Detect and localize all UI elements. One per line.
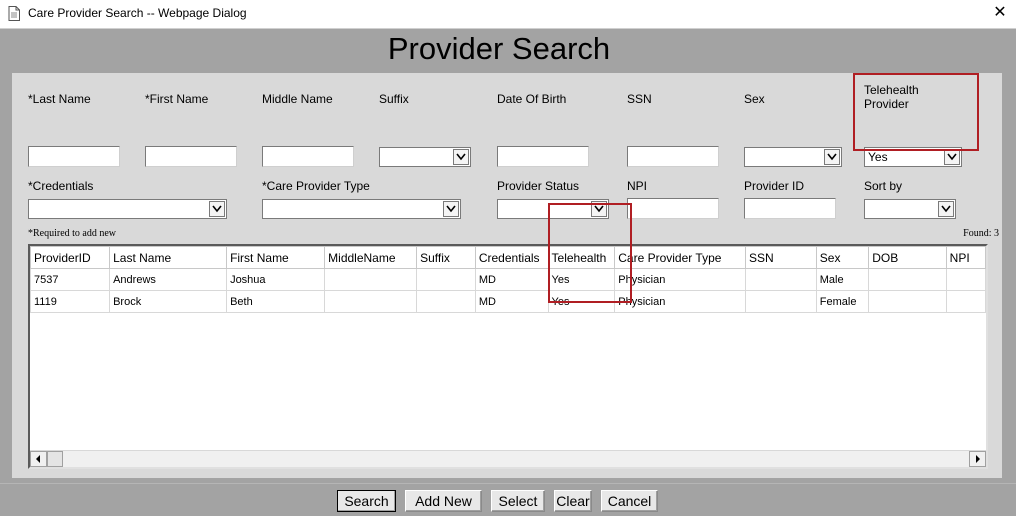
table-cell: 1119 bbox=[30, 290, 111, 313]
table-cell: Andrews bbox=[109, 268, 228, 291]
care-provider-type-select[interactable] bbox=[262, 199, 461, 219]
caret-right-icon bbox=[976, 455, 980, 463]
cancel-button[interactable]: Cancel bbox=[601, 490, 658, 512]
results-table: ProviderID Last Name First Name MiddleNa… bbox=[30, 246, 986, 313]
middle-name-label: Middle Name bbox=[262, 92, 333, 106]
middle-name-input[interactable] bbox=[262, 146, 354, 167]
provider-id-input[interactable] bbox=[744, 198, 836, 219]
chevron-down-icon[interactable] bbox=[591, 201, 607, 217]
divider bbox=[0, 483, 1016, 484]
credentials-label: *Credentials bbox=[28, 179, 94, 193]
column-header-suffix[interactable]: Suffix bbox=[416, 246, 476, 269]
document-icon bbox=[8, 6, 20, 21]
scroll-right-button[interactable] bbox=[969, 451, 986, 467]
credentials-select[interactable] bbox=[28, 199, 227, 219]
care-provider-type-label: *Care Provider Type bbox=[262, 179, 370, 193]
scrollbar-thumb[interactable] bbox=[47, 451, 63, 467]
telehealth-provider-select[interactable]: Yes bbox=[864, 147, 962, 167]
column-header-care-provider-type[interactable]: Care Provider Type bbox=[614, 246, 747, 269]
last-name-input[interactable] bbox=[28, 146, 120, 167]
table-cell bbox=[745, 268, 817, 291]
column-header-dob[interactable]: DOB bbox=[868, 246, 947, 269]
title-bar: Care Provider Search -- Webpage Dialog ✕ bbox=[0, 0, 1016, 29]
provider-status-select[interactable] bbox=[497, 199, 609, 219]
column-header-telehealth[interactable]: Telehealth bbox=[547, 246, 616, 269]
ssn-label: SSN bbox=[627, 92, 652, 106]
dob-label: Date Of Birth bbox=[497, 92, 567, 106]
table-cell: Female bbox=[815, 290, 870, 313]
npi-input[interactable] bbox=[627, 198, 719, 219]
npi-label: NPI bbox=[627, 179, 648, 193]
table-cell bbox=[416, 268, 476, 291]
column-header-middle-name[interactable]: MiddleName bbox=[324, 246, 418, 269]
dialog-body: Provider Search *Last Name *First Name M… bbox=[0, 29, 1016, 516]
header-row: ProviderID Last Name First Name MiddleNa… bbox=[30, 246, 986, 269]
sex-label: Sex bbox=[744, 92, 765, 106]
chevron-down-icon[interactable] bbox=[824, 149, 840, 165]
ssn-input[interactable] bbox=[627, 146, 719, 167]
window-title: Care Provider Search -- Webpage Dialog bbox=[28, 6, 247, 20]
first-name-input[interactable] bbox=[145, 146, 237, 167]
table-cell: 7537 bbox=[30, 268, 111, 291]
first-name-label: *First Name bbox=[145, 92, 209, 106]
table-cell: Yes bbox=[547, 290, 616, 313]
table-row[interactable]: 7537 Andrews Joshua MD Yes Physician Mal… bbox=[30, 268, 986, 291]
table-cell: Beth bbox=[226, 290, 326, 313]
column-header-last-name[interactable]: Last Name bbox=[109, 246, 228, 269]
caret-left-icon bbox=[36, 455, 40, 463]
sex-select[interactable] bbox=[744, 147, 842, 167]
provider-id-label: Provider ID bbox=[744, 179, 805, 193]
table-cell: Male bbox=[815, 268, 870, 291]
table-cell: Brock bbox=[109, 290, 228, 313]
close-icon[interactable]: ✕ bbox=[990, 2, 1010, 24]
table-cell bbox=[945, 290, 986, 313]
table-cell: Physician bbox=[614, 290, 747, 313]
column-header-npi[interactable]: NPI bbox=[945, 246, 986, 269]
table-cell bbox=[416, 290, 476, 313]
column-header-credentials[interactable]: Credentials bbox=[474, 246, 549, 269]
horizontal-scrollbar[interactable] bbox=[30, 450, 986, 467]
add-new-button[interactable]: Add New bbox=[405, 490, 482, 512]
chevron-down-icon[interactable] bbox=[453, 149, 469, 165]
chevron-down-icon[interactable] bbox=[938, 201, 954, 217]
page-title: Provider Search bbox=[387, 31, 611, 66]
column-header-first-name[interactable]: First Name bbox=[226, 246, 326, 269]
table-cell: Yes bbox=[547, 268, 616, 291]
search-panel: *Last Name *First Name Middle Name Suffi… bbox=[12, 73, 1002, 478]
provider-status-label: Provider Status bbox=[497, 179, 580, 193]
suffix-select[interactable] bbox=[379, 147, 471, 167]
column-header-ssn[interactable]: SSN bbox=[745, 246, 817, 269]
clear-button[interactable]: Clear bbox=[554, 490, 592, 512]
results-grid[interactable]: ProviderID Last Name First Name MiddleNa… bbox=[28, 244, 988, 469]
table-cell: MD bbox=[474, 268, 549, 291]
table-cell bbox=[868, 268, 947, 291]
select-button[interactable]: Select bbox=[491, 490, 545, 512]
chevron-down-icon[interactable] bbox=[944, 149, 960, 165]
table-cell bbox=[745, 290, 817, 313]
last-name-label: *Last Name bbox=[28, 92, 91, 106]
table-cell bbox=[868, 290, 947, 313]
chevron-down-icon[interactable] bbox=[443, 201, 459, 217]
sort-by-select[interactable] bbox=[864, 199, 956, 219]
table-row[interactable]: 1119 Brock Beth MD Yes Physician Female bbox=[30, 290, 986, 313]
telehealth-provider-label: Telehealth Provider bbox=[864, 83, 919, 111]
column-header-provider-id[interactable]: ProviderID bbox=[30, 246, 111, 269]
table-cell bbox=[945, 268, 986, 291]
dob-input[interactable] bbox=[497, 146, 589, 167]
search-button[interactable]: Search bbox=[337, 490, 396, 512]
telehealth-select-value: Yes bbox=[868, 150, 888, 164]
found-count: Found: 3 bbox=[963, 228, 999, 239]
required-note: *Required to add new bbox=[28, 228, 117, 239]
sort-by-label: Sort by bbox=[864, 179, 903, 193]
table-cell: MD bbox=[474, 290, 549, 313]
suffix-label: Suffix bbox=[379, 92, 409, 106]
table-cell: Joshua bbox=[226, 268, 326, 291]
chevron-down-icon[interactable] bbox=[209, 201, 225, 217]
table-cell: Physician bbox=[614, 268, 747, 291]
column-header-sex[interactable]: Sex bbox=[815, 246, 870, 269]
table-cell bbox=[324, 268, 418, 291]
table-cell bbox=[324, 290, 418, 313]
scroll-left-button[interactable] bbox=[30, 451, 47, 467]
